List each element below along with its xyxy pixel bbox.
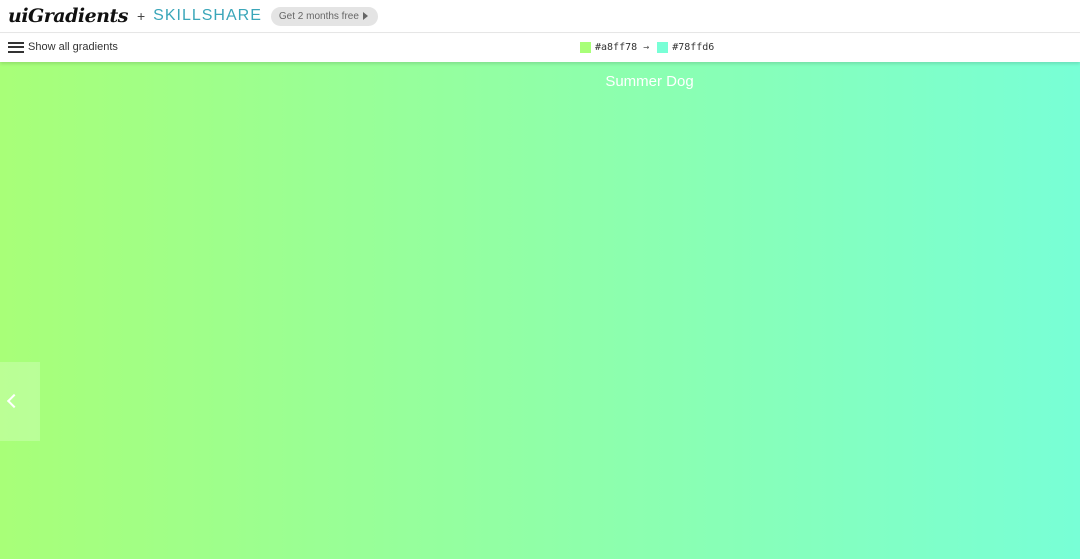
show-all-gradients-label: Show all gradients xyxy=(28,41,118,53)
promo-button[interactable]: Get 2 months free xyxy=(270,6,378,26)
show-all-gradients-button[interactable]: Show all gradients xyxy=(8,41,118,53)
skillshare-logo[interactable]: SKILLSHARE xyxy=(153,7,262,25)
gradient-preview: Summer Dog xyxy=(0,62,1080,559)
toolbar: Show all gradients #a8ff78 → #78ffd6 xyxy=(0,34,1080,62)
promo-label: Get 2 months free xyxy=(278,10,359,22)
gradient-name[interactable]: Summer Dog xyxy=(0,73,1080,90)
hamburger-icon xyxy=(8,41,24,53)
chevron-left-icon xyxy=(6,393,22,409)
top-bar: uiGradients + SKILLSHARE Get 2 months fr… xyxy=(0,0,1080,33)
play-arrow-icon xyxy=(362,12,368,20)
arrow-icon: → xyxy=(643,42,650,53)
color-hex-to[interactable]: #78ffd6 xyxy=(672,42,714,53)
color-swatch-from[interactable] xyxy=(580,42,591,53)
gradient-colors: #a8ff78 → #78ffd6 xyxy=(580,42,714,53)
previous-gradient-button[interactable] xyxy=(0,362,40,441)
uigradients-logo[interactable]: uiGradients xyxy=(8,6,128,26)
plus-sign: + xyxy=(136,8,146,24)
color-swatch-to[interactable] xyxy=(657,42,669,53)
color-hex-from[interactable]: #a8ff78 xyxy=(595,42,637,53)
